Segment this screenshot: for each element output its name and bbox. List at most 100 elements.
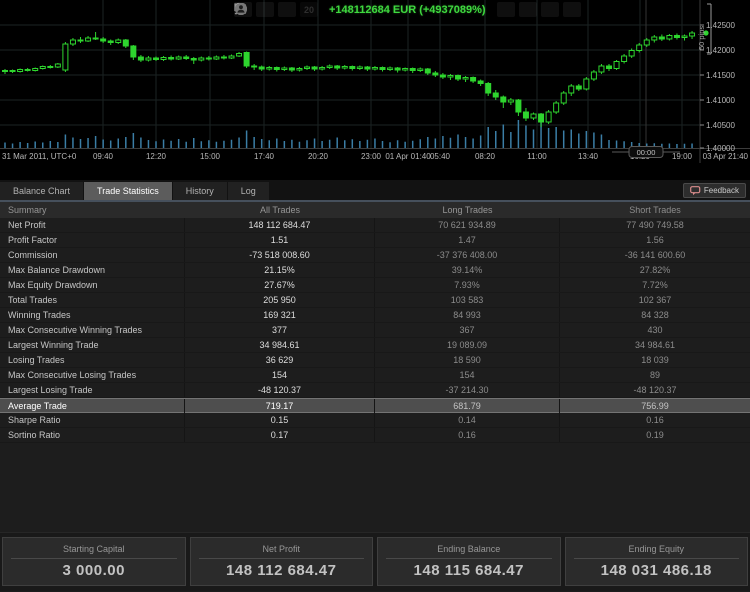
chart-toolbar: 20 +148112684 EUR (+4937089%) f bbox=[234, 2, 581, 17]
table-cell: 84 328 bbox=[560, 308, 750, 322]
table-row[interactable]: Max Equity Drawdown27.67%7.93%7.72% bbox=[0, 278, 750, 293]
svg-text:08:20: 08:20 bbox=[475, 152, 496, 161]
chart-settings-icon[interactable] bbox=[256, 2, 274, 17]
table-row[interactable]: Average Trade719.17681.79756.99 bbox=[0, 398, 750, 413]
table-row[interactable]: Max Consecutive Losing Trades15415489 bbox=[0, 368, 750, 383]
ending-balance-box: Ending Balance 148 115 684.47 bbox=[377, 537, 561, 586]
divider bbox=[199, 558, 365, 559]
table-row[interactable]: Net Profit148 112 684.4770 621 934.8977 … bbox=[0, 218, 750, 233]
svg-text:00:00: 00:00 bbox=[637, 148, 656, 157]
ending-equity-value: 148 031 486.18 bbox=[601, 562, 712, 579]
table-cell: 0.15 bbox=[185, 413, 375, 427]
table-cell: Sortino Ratio bbox=[0, 428, 185, 442]
table-row[interactable]: Commission-73 518 008.60-37 376 408.00-3… bbox=[0, 248, 750, 263]
table-row[interactable]: Losing Trades36 62918 59018 039 bbox=[0, 353, 750, 368]
ending-equity-label: Ending Equity bbox=[628, 544, 684, 554]
header-long-trades: Long Trades bbox=[375, 202, 560, 218]
table-row[interactable]: Total Trades205 950103 583102 367 bbox=[0, 293, 750, 308]
table-row[interactable]: Winning Trades169 32184 99384 328 bbox=[0, 308, 750, 323]
table-cell: 18 590 bbox=[375, 353, 560, 367]
table-cell: 205 950 bbox=[185, 293, 375, 307]
summary-strip: Starting Capital 3 000.00 Net Profit 148… bbox=[0, 532, 750, 591]
table-cell: 430 bbox=[560, 323, 750, 337]
table-row[interactable]: Sortino Ratio0.170.160.19 bbox=[0, 428, 750, 443]
candlestick-chart-panel[interactable]: 1.425001.420001.415001.410001.405001.400… bbox=[0, 0, 750, 180]
svg-text:1.42500: 1.42500 bbox=[706, 21, 735, 30]
header-all-trades: All Trades bbox=[185, 202, 375, 218]
table-cell: 0.14 bbox=[375, 413, 560, 427]
table-cell: Winning Trades bbox=[0, 308, 185, 322]
table-cell: Total Trades bbox=[0, 293, 185, 307]
table-row[interactable]: Largest Winning Trade34 984.6119 089.093… bbox=[0, 338, 750, 353]
svg-text:13:40: 13:40 bbox=[578, 152, 599, 161]
table-cell: 70 621 934.89 bbox=[375, 218, 560, 232]
table-cell: Commission bbox=[0, 248, 185, 262]
ending-balance-label: Ending Balance bbox=[437, 544, 500, 554]
checklist-icon[interactable] bbox=[497, 2, 515, 17]
table-cell: 169 321 bbox=[185, 308, 375, 322]
feedback-bubble-icon bbox=[690, 186, 701, 196]
header-summary: Summary bbox=[0, 202, 185, 218]
table-cell: Losing Trades bbox=[0, 353, 185, 367]
table-cell: 0.16 bbox=[560, 413, 750, 427]
table-cell: Max Consecutive Losing Trades bbox=[0, 368, 185, 382]
ending-balance-value: 148 115 684.47 bbox=[414, 562, 524, 579]
price-chart[interactable]: 1.425001.420001.415001.410001.405001.400… bbox=[0, 0, 750, 180]
table-cell: Average Trade bbox=[0, 399, 185, 413]
table-cell: 18 039 bbox=[560, 353, 750, 367]
table-cell: 77 490 749.58 bbox=[560, 218, 750, 232]
info-icon[interactable]: f bbox=[519, 2, 537, 17]
svg-text:05:40: 05:40 bbox=[430, 152, 451, 161]
table-cell: -73 518 008.60 bbox=[185, 248, 375, 262]
feedback-button[interactable]: Feedback bbox=[683, 183, 746, 198]
svg-text:09:40: 09:40 bbox=[93, 152, 114, 161]
table-row[interactable]: Max Consecutive Winning Trades377367430 bbox=[0, 323, 750, 338]
table-cell: 1.56 bbox=[560, 233, 750, 247]
backtesting-window: 1.425001.420001.415001.410001.405001.400… bbox=[0, 0, 750, 592]
table-cell: Largest Losing Trade bbox=[0, 383, 185, 397]
notifications-icon[interactable] bbox=[541, 2, 559, 17]
results-tabbar: Balance Chart Trade Statistics History L… bbox=[0, 180, 750, 202]
tab-trade-statistics[interactable]: Trade Statistics bbox=[84, 182, 172, 200]
table-cell: 7.72% bbox=[560, 278, 750, 292]
table-cell: -48 120.37 bbox=[185, 383, 375, 397]
table-cell: 1.47 bbox=[375, 233, 560, 247]
svg-text:31 Mar 2011, UTC+0: 31 Mar 2011, UTC+0 bbox=[2, 152, 77, 161]
trade-statistics-table: Summary All Trades Long Trades Short Tra… bbox=[0, 202, 750, 443]
table-row[interactable]: Profit Factor1.511.471.56 bbox=[0, 233, 750, 248]
table-row[interactable]: Largest Losing Trade-48 120.37-37 214.30… bbox=[0, 383, 750, 398]
net-profit-value: 148 112 684.47 bbox=[226, 562, 336, 579]
table-cell: 367 bbox=[375, 323, 560, 337]
svg-text:1.41500: 1.41500 bbox=[706, 71, 735, 80]
table-header-row: Summary All Trades Long Trades Short Tra… bbox=[0, 202, 750, 218]
table-cell: Sharpe Ratio bbox=[0, 413, 185, 427]
table-cell: -37 214.30 bbox=[375, 383, 560, 397]
candlesticks-icon[interactable] bbox=[278, 2, 296, 17]
table-cell: 756.99 bbox=[560, 399, 750, 413]
table-cell: 0.17 bbox=[185, 428, 375, 442]
svg-text:01 Apr 01:40: 01 Apr 01:40 bbox=[385, 152, 431, 161]
account-icon[interactable] bbox=[563, 2, 581, 17]
starting-capital-box: Starting Capital 3 000.00 bbox=[2, 537, 186, 586]
table-cell: 7.93% bbox=[375, 278, 560, 292]
table-cell: Profit Factor bbox=[0, 233, 185, 247]
table-cell: Max Consecutive Winning Trades bbox=[0, 323, 185, 337]
tab-balance-chart[interactable]: Balance Chart bbox=[0, 182, 83, 200]
svg-text:1.41000: 1.41000 bbox=[706, 96, 735, 105]
table-cell: 103 583 bbox=[375, 293, 560, 307]
table-cell: 27.67% bbox=[185, 278, 375, 292]
empty-area bbox=[0, 443, 750, 532]
divider bbox=[574, 558, 740, 559]
table-cell: 102 367 bbox=[560, 293, 750, 307]
zoom-level-button[interactable]: 20 bbox=[300, 2, 318, 17]
table-cell: 1.51 bbox=[185, 233, 375, 247]
table-row[interactable]: Max Balance Drawdown21.15%39.14%27.82% bbox=[0, 263, 750, 278]
divider bbox=[11, 558, 177, 559]
table-cell: Net Profit bbox=[0, 218, 185, 232]
table-cell: -36 141 600.60 bbox=[560, 248, 750, 262]
tab-history[interactable]: History bbox=[173, 182, 227, 200]
table-cell: -48 120.37 bbox=[560, 383, 750, 397]
tab-log[interactable]: Log bbox=[228, 182, 269, 200]
table-cell: 89 bbox=[560, 368, 750, 382]
table-row[interactable]: Sharpe Ratio0.150.140.16 bbox=[0, 413, 750, 428]
